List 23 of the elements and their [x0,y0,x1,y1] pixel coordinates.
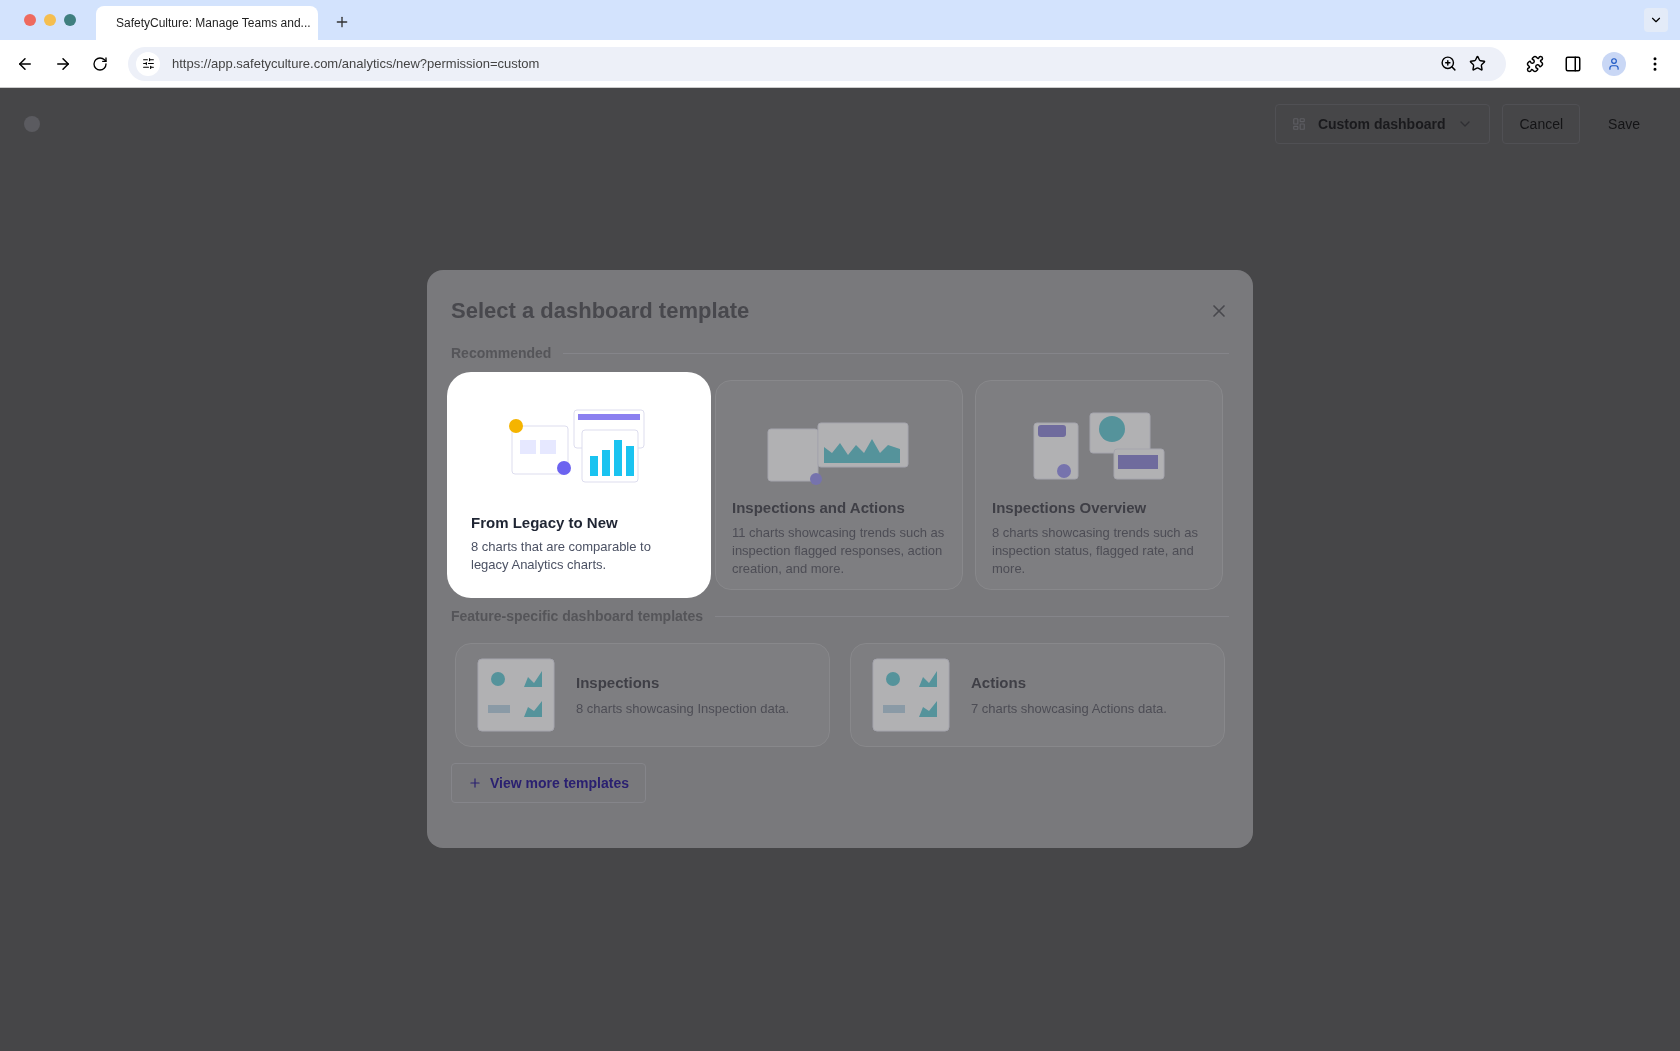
tab-list-button[interactable] [1644,8,1668,32]
template-title: Actions [971,673,1027,693]
new-tab-icon[interactable] [334,14,350,30]
view-more-templates-button[interactable]: View more templates [451,763,647,803]
extensions-icon[interactable] [1526,54,1544,73]
browser-tab[interactable]: SafetyCulture: Manage Teams and... [96,6,318,40]
bookmark-star-icon[interactable] [1469,55,1486,72]
address-bar[interactable]: https://app.safetyculture.com/analytics/new?permission=custom [128,46,1506,81]
dashboard-icon [1291,117,1306,131]
url-text: https://app.safetyculture.com/analytics/new?permission=custom [172,54,540,73]
reload-icon[interactable] [92,55,108,72]
plus-icon [468,776,482,790]
logo-icon [24,116,40,132]
template-description: 8 charts that are comparable to legacy Analytics charts. [471,538,652,574]
template-title: Inspections [576,673,661,693]
template-title: Inspections and Actions [732,498,906,518]
template-title: From Legacy to New [471,512,619,533]
zoom-icon[interactable] [1440,55,1457,72]
profile-avatar[interactable] [1602,51,1626,76]
side-panel-icon[interactable] [1564,54,1582,73]
site-settings-icon[interactable] [136,51,160,76]
tab-title: SafetyCulture: Manage Teams and... [116,15,311,32]
template-title: Inspections Overview [992,498,1148,518]
